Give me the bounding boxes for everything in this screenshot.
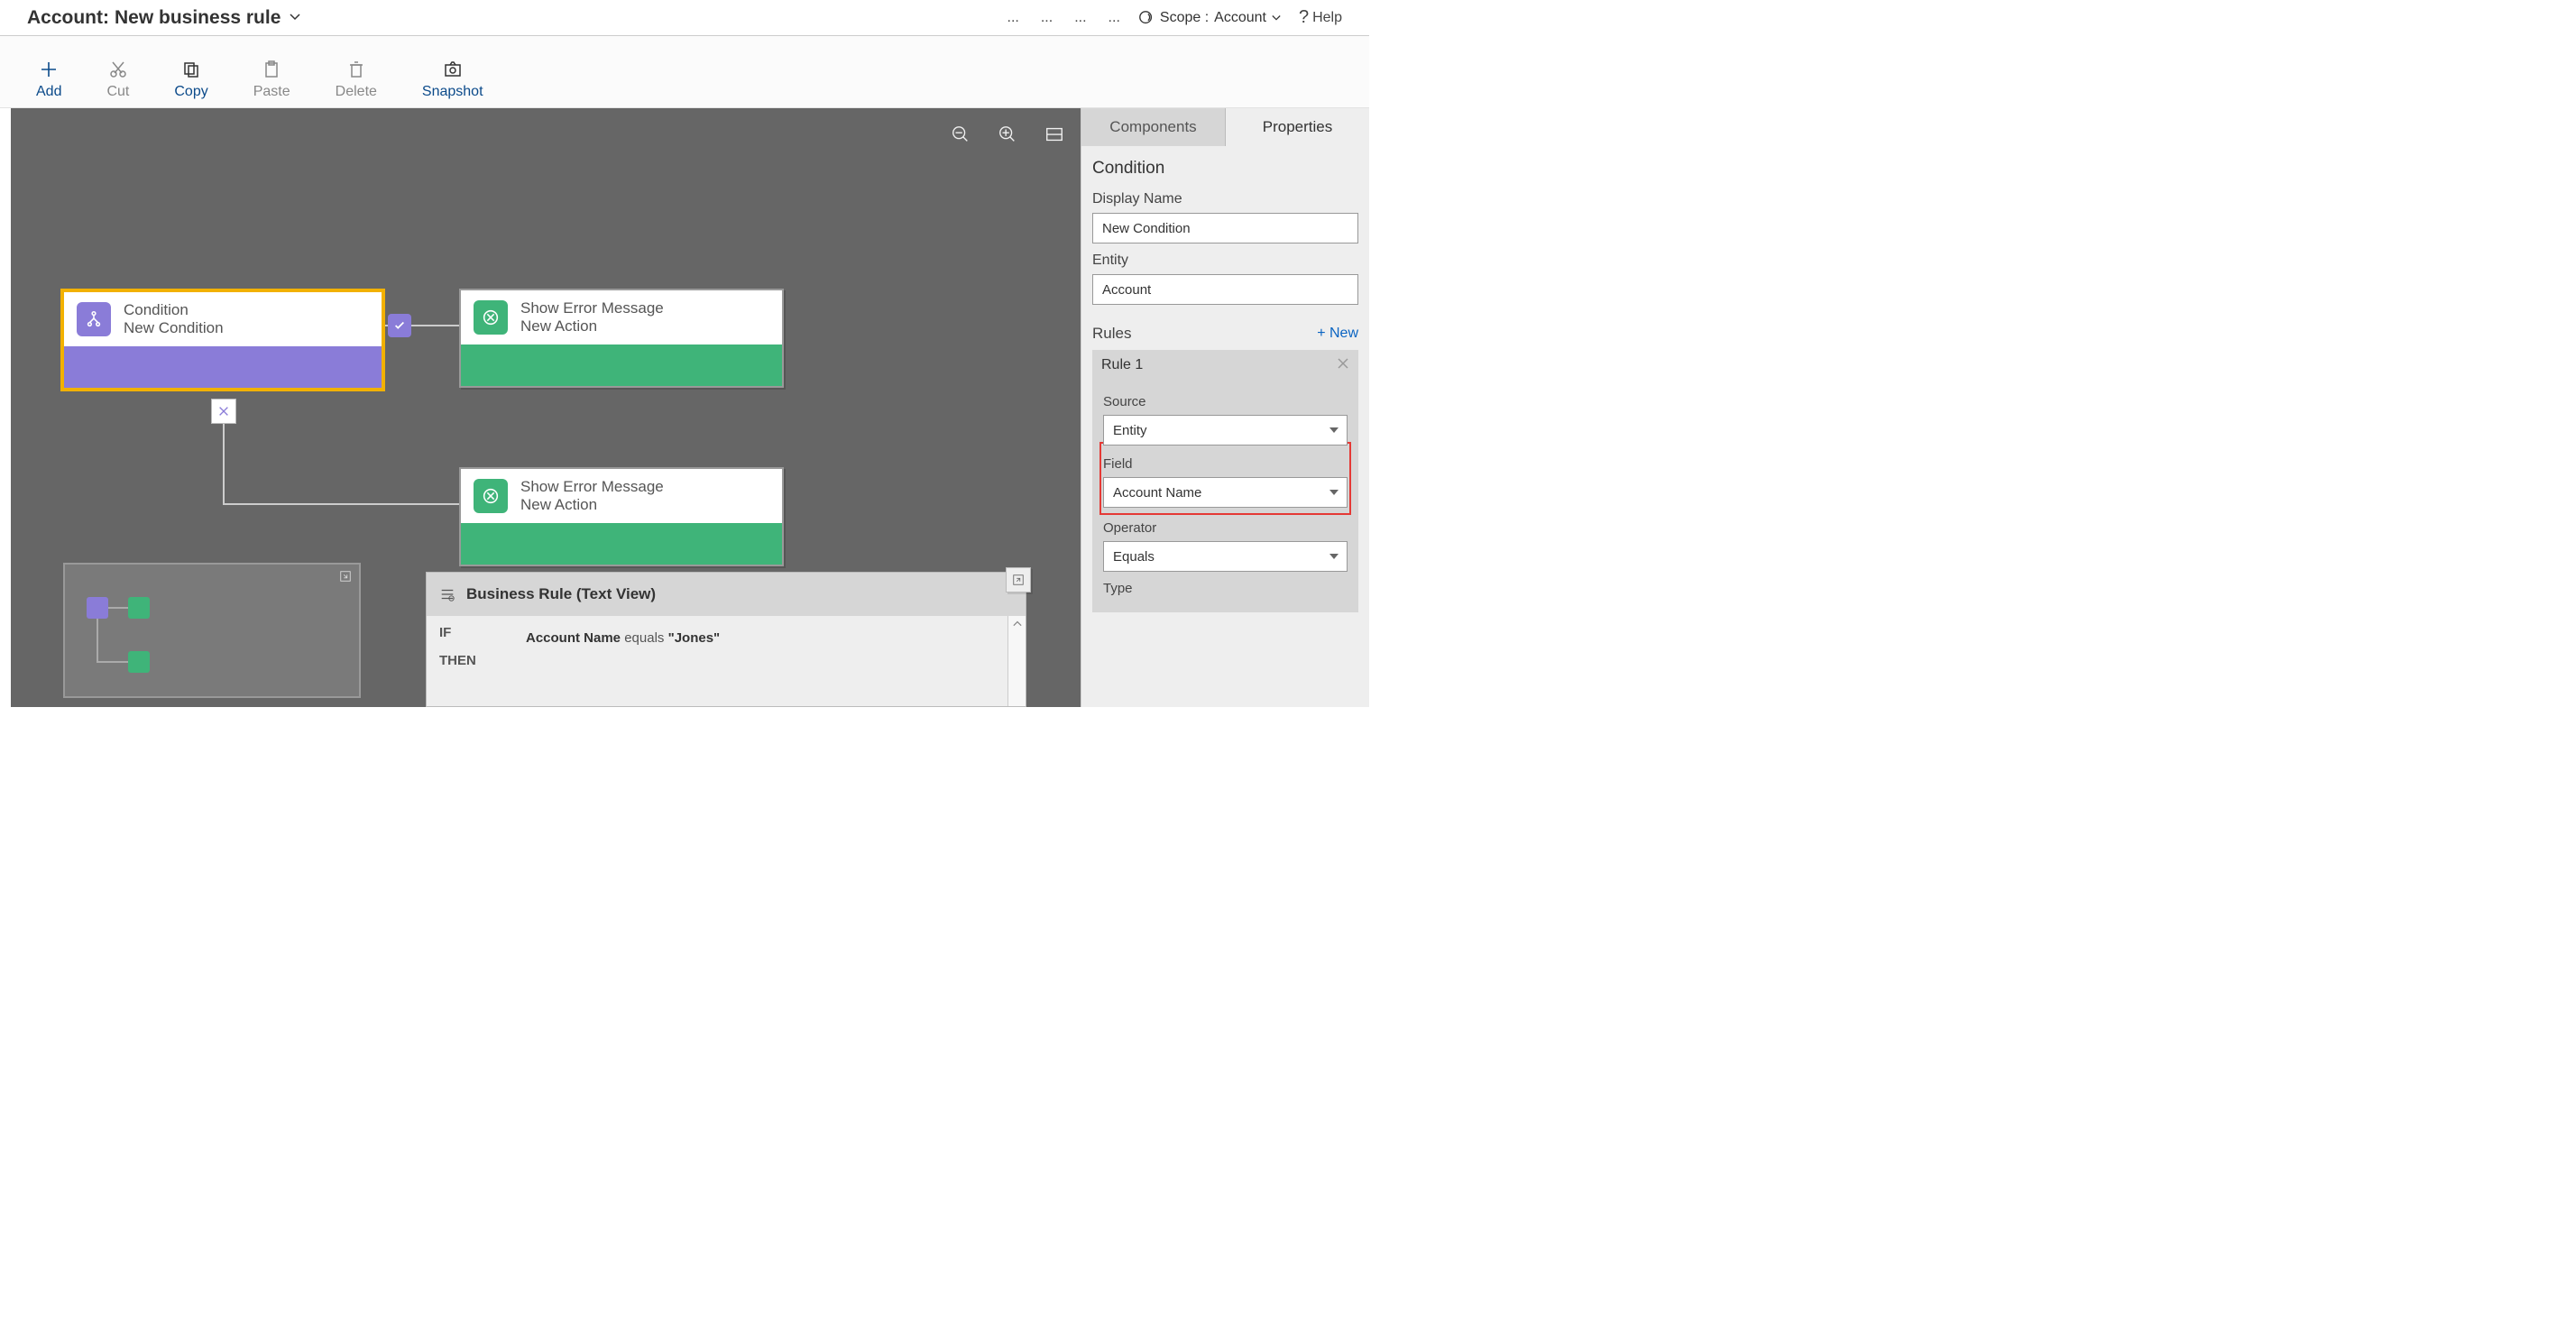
- toolbar: Add Cut Copy Paste Delete Snapshot: [0, 36, 1369, 108]
- node-subtitle: New Action: [520, 496, 664, 514]
- connector-line: [223, 503, 462, 505]
- stage-controls: [951, 124, 1064, 147]
- trash-icon: [347, 60, 365, 78]
- title-text: New business rule: [115, 7, 281, 29]
- rule-header[interactable]: Rule 1: [1092, 350, 1358, 380]
- properties-tabs: Components Properties: [1081, 108, 1369, 146]
- copy-label: Copy: [174, 84, 207, 100]
- header-actions: ... ... ... ... Scope : Account ? Help: [1004, 7, 1342, 28]
- properties-panel: Components Properties Condition Display …: [1081, 108, 1369, 707]
- copy-button[interactable]: Copy: [174, 60, 207, 100]
- cut-button[interactable]: Cut: [106, 60, 129, 100]
- add-button[interactable]: Add: [36, 60, 61, 100]
- textview-then: THEN: [439, 653, 1013, 668]
- tab-properties[interactable]: Properties: [1226, 108, 1369, 146]
- node-subtitle: New Action: [520, 317, 664, 335]
- scope-value: Account: [1214, 10, 1266, 26]
- entity-label: Entity: [1092, 253, 1358, 269]
- true-branch-icon[interactable]: [388, 314, 411, 337]
- rule-fields: Source Field Operator Type: [1092, 380, 1358, 612]
- main: Condition New Condition Show Error Messa…: [0, 108, 1369, 707]
- activate-menu-icon[interactable]: ...: [1105, 10, 1120, 26]
- fit-screen-button[interactable]: [1044, 124, 1064, 147]
- minimap[interactable]: [63, 563, 361, 698]
- error-action-icon: [474, 300, 508, 335]
- source-label: Source: [1103, 394, 1348, 409]
- operator-label: Operator: [1103, 520, 1348, 536]
- field-select[interactable]: [1103, 477, 1348, 508]
- entity-input[interactable]: [1092, 274, 1358, 305]
- textview-header: Business Rule (Text View): [427, 573, 1026, 616]
- rule-title: Rule 1: [1101, 357, 1143, 373]
- node-title: Show Error Message: [520, 299, 664, 317]
- canvas-stage[interactable]: Condition New Condition Show Error Messa…: [11, 108, 1081, 707]
- page-title[interactable]: Account: New business rule: [27, 7, 300, 29]
- tab-components[interactable]: Components: [1081, 108, 1226, 146]
- validate-menu-icon[interactable]: ...: [1037, 10, 1053, 26]
- textview-title: Business Rule (Text View): [466, 585, 656, 603]
- paste-icon: [262, 60, 281, 78]
- display-name-input[interactable]: [1092, 213, 1358, 243]
- zoom-in-button[interactable]: [998, 124, 1017, 147]
- action-node[interactable]: Show Error Message New Action: [459, 289, 784, 388]
- action-node[interactable]: Show Error Message New Action: [459, 467, 784, 566]
- add-label: Add: [36, 84, 61, 100]
- camera-icon: [444, 60, 462, 78]
- minimap-collapse-icon[interactable]: [339, 570, 352, 585]
- rules-label: Rules: [1092, 325, 1131, 343]
- node-title: Condition: [124, 301, 224, 319]
- node-subtitle: New Condition: [124, 319, 224, 337]
- condition-icon: [77, 302, 111, 336]
- operator-select[interactable]: [1103, 541, 1348, 572]
- false-branch-icon[interactable]: [211, 399, 236, 424]
- textview-scrollbar[interactable]: [1007, 616, 1026, 706]
- field-label: Field: [1103, 456, 1348, 472]
- delete-label: Delete: [336, 84, 377, 100]
- save-menu-icon[interactable]: ...: [1004, 10, 1019, 26]
- header-bar: Account: New business rule ... ... ... .…: [0, 0, 1369, 36]
- snapshot-button[interactable]: Snapshot: [422, 60, 483, 100]
- textview-popout-icon[interactable]: [1006, 567, 1031, 593]
- textview-condition-line: Account Name equals "Jones": [526, 630, 720, 646]
- display-name-label: Display Name: [1092, 191, 1358, 207]
- text-view-panel: Business Rule (Text View) IF Account Nam…: [426, 572, 1026, 707]
- type-label: Type: [1103, 581, 1348, 596]
- delete-button[interactable]: Delete: [336, 60, 377, 100]
- scissors-icon: [109, 60, 127, 78]
- textview-body: IF Account Name equals "Jones" THEN: [427, 616, 1026, 677]
- help-button[interactable]: ? Help: [1299, 7, 1342, 28]
- title-prefix: Account:: [27, 7, 109, 29]
- snapshot-label: Snapshot: [422, 84, 483, 100]
- error-action-icon: [474, 479, 508, 513]
- help-label: Help: [1312, 10, 1342, 26]
- scope-label: Scope :: [1160, 10, 1209, 26]
- rule-remove-icon[interactable]: [1337, 355, 1349, 374]
- source-select[interactable]: [1103, 415, 1348, 446]
- scope-selector[interactable]: Scope : Account: [1138, 10, 1281, 26]
- plus-icon: [40, 60, 58, 78]
- cut-label: Cut: [106, 84, 129, 100]
- condition-node[interactable]: Condition New Condition: [60, 289, 385, 391]
- zoom-out-button[interactable]: [951, 124, 971, 147]
- saveas-menu-icon[interactable]: ...: [1071, 10, 1086, 26]
- title-chevron-icon[interactable]: [290, 11, 300, 25]
- props-section-title: Condition: [1092, 159, 1358, 179]
- new-rule-button[interactable]: + New: [1317, 326, 1358, 342]
- field-highlight: Field: [1103, 446, 1348, 511]
- copy-icon: [182, 60, 200, 78]
- node-title: Show Error Message: [520, 478, 664, 496]
- paste-button[interactable]: Paste: [253, 60, 290, 100]
- paste-label: Paste: [253, 84, 290, 100]
